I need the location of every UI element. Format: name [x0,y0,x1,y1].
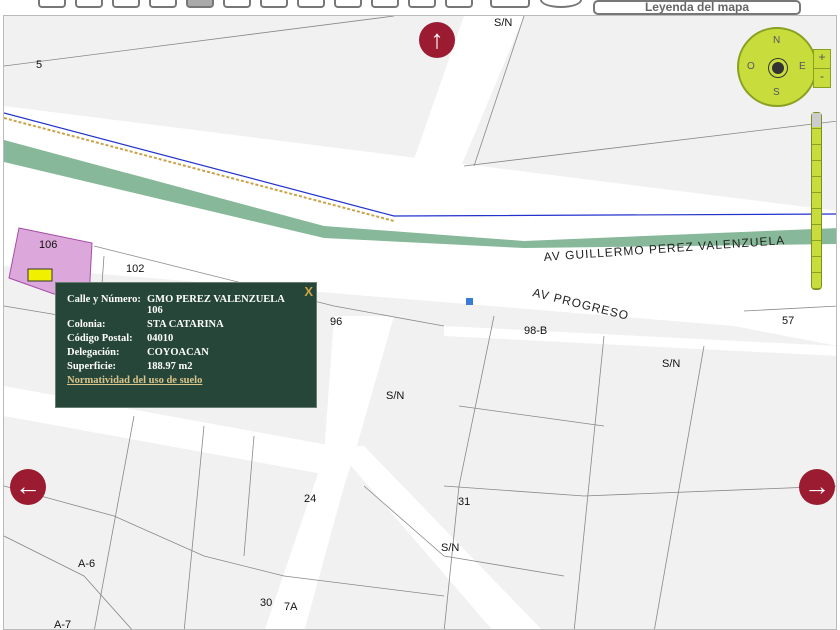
zoom-in-tool-button[interactable] [75,0,103,8]
lot-label: S/N [662,358,680,370]
select-tool-button[interactable] [38,0,66,8]
info-tool-button[interactable] [223,0,251,8]
parcel-marker-icon [27,268,53,282]
lot-label: 31 [458,496,470,508]
pan-right-button[interactable]: → [799,469,835,505]
popup-field-label: Colonia: [67,319,106,330]
map-view[interactable]: 5S/N106102100989698-B57S/N32S/N2431S/NA-… [3,15,837,630]
popup-row: Superficie: 188.97 m2 [67,361,316,372]
lot-label: 24 [304,493,316,505]
popup-field-value: STA CATARINA [147,319,224,330]
popup-field-value: 04010 [147,333,174,344]
zoom-slider[interactable] [811,112,822,290]
compass-east[interactable]: E [799,61,806,72]
land-use-regulations-link[interactable]: Normatividad del uso de suelo [67,375,316,386]
popup-row: Calle y Número: GMO PEREZ VALENZUELA 106 [67,294,316,316]
popup-field-value: 188.97 m2 [147,361,193,372]
popup-row: Delegación: COYOACAN [67,347,316,358]
popup-field-value: GMO PEREZ VALENZUELA 106 [147,294,285,316]
lot-label: 106 [39,239,57,251]
popup-row: Código Postal: 04010 [67,333,316,344]
pan-left-button[interactable]: ← [10,469,46,505]
popup-field-label: Código Postal: [67,333,133,344]
measure-tool-button[interactable] [149,0,177,8]
legend-button[interactable]: Leyenda del mapa [593,0,801,15]
compass-control[interactable]: N S O E + - [737,27,833,107]
close-popup-button[interactable]: X [304,284,313,299]
popup-row: Colonia: STA CATARINA [67,319,316,330]
compass-center-icon[interactable] [769,59,787,77]
compass-south[interactable]: S [773,87,780,98]
pan-tool-button[interactable] [186,0,214,8]
compass-west[interactable]: O [747,61,755,72]
lot-label: 96 [330,316,342,328]
parcel-info-popup: X Calle y Número: GMO PEREZ VALENZUELA 10… [55,282,317,408]
popup-field-label: Delegación: [67,347,120,358]
lot-label: 98-B [524,325,547,337]
print-tool-button[interactable] [490,0,530,8]
lot-label: 5 [36,59,42,71]
pan-up-button[interactable]: ↑ [419,22,455,58]
locate-tool-button[interactable] [334,0,362,8]
lot-label: S/N [494,17,512,29]
compass-north[interactable]: N [773,35,780,46]
legend-button-label: Leyenda del mapa [644,0,750,14]
lot-label: 7A [284,601,298,613]
point-tool-button[interactable] [371,0,399,8]
lot-label: A-7 [54,619,71,630]
popup-field-label: Calle y Número: [67,294,141,305]
point2-tool-button[interactable] [408,0,436,8]
lot-label: S/N [441,542,459,554]
lot-label: A-6 [78,558,95,570]
zoom-in-button[interactable]: + [813,49,831,69]
zoom-slider-handle[interactable] [812,113,821,127]
poi-icon [466,298,473,305]
popup-field-value: COYOACAN [147,347,209,358]
refresh-tool-button[interactable] [297,0,325,8]
zoom-out-button[interactable]: - [813,68,831,88]
eye-icon[interactable] [540,0,582,8]
lot-label: S/N [386,390,404,402]
popup-field-label: Superficie: [67,361,116,372]
zoom-out-tool-button[interactable] [112,0,140,8]
area-tool-button[interactable] [445,0,473,8]
route-tool-button[interactable] [260,0,288,8]
lot-label: 102 [126,263,144,275]
lot-label: 57 [782,315,794,327]
lot-label: 30 [260,597,272,609]
